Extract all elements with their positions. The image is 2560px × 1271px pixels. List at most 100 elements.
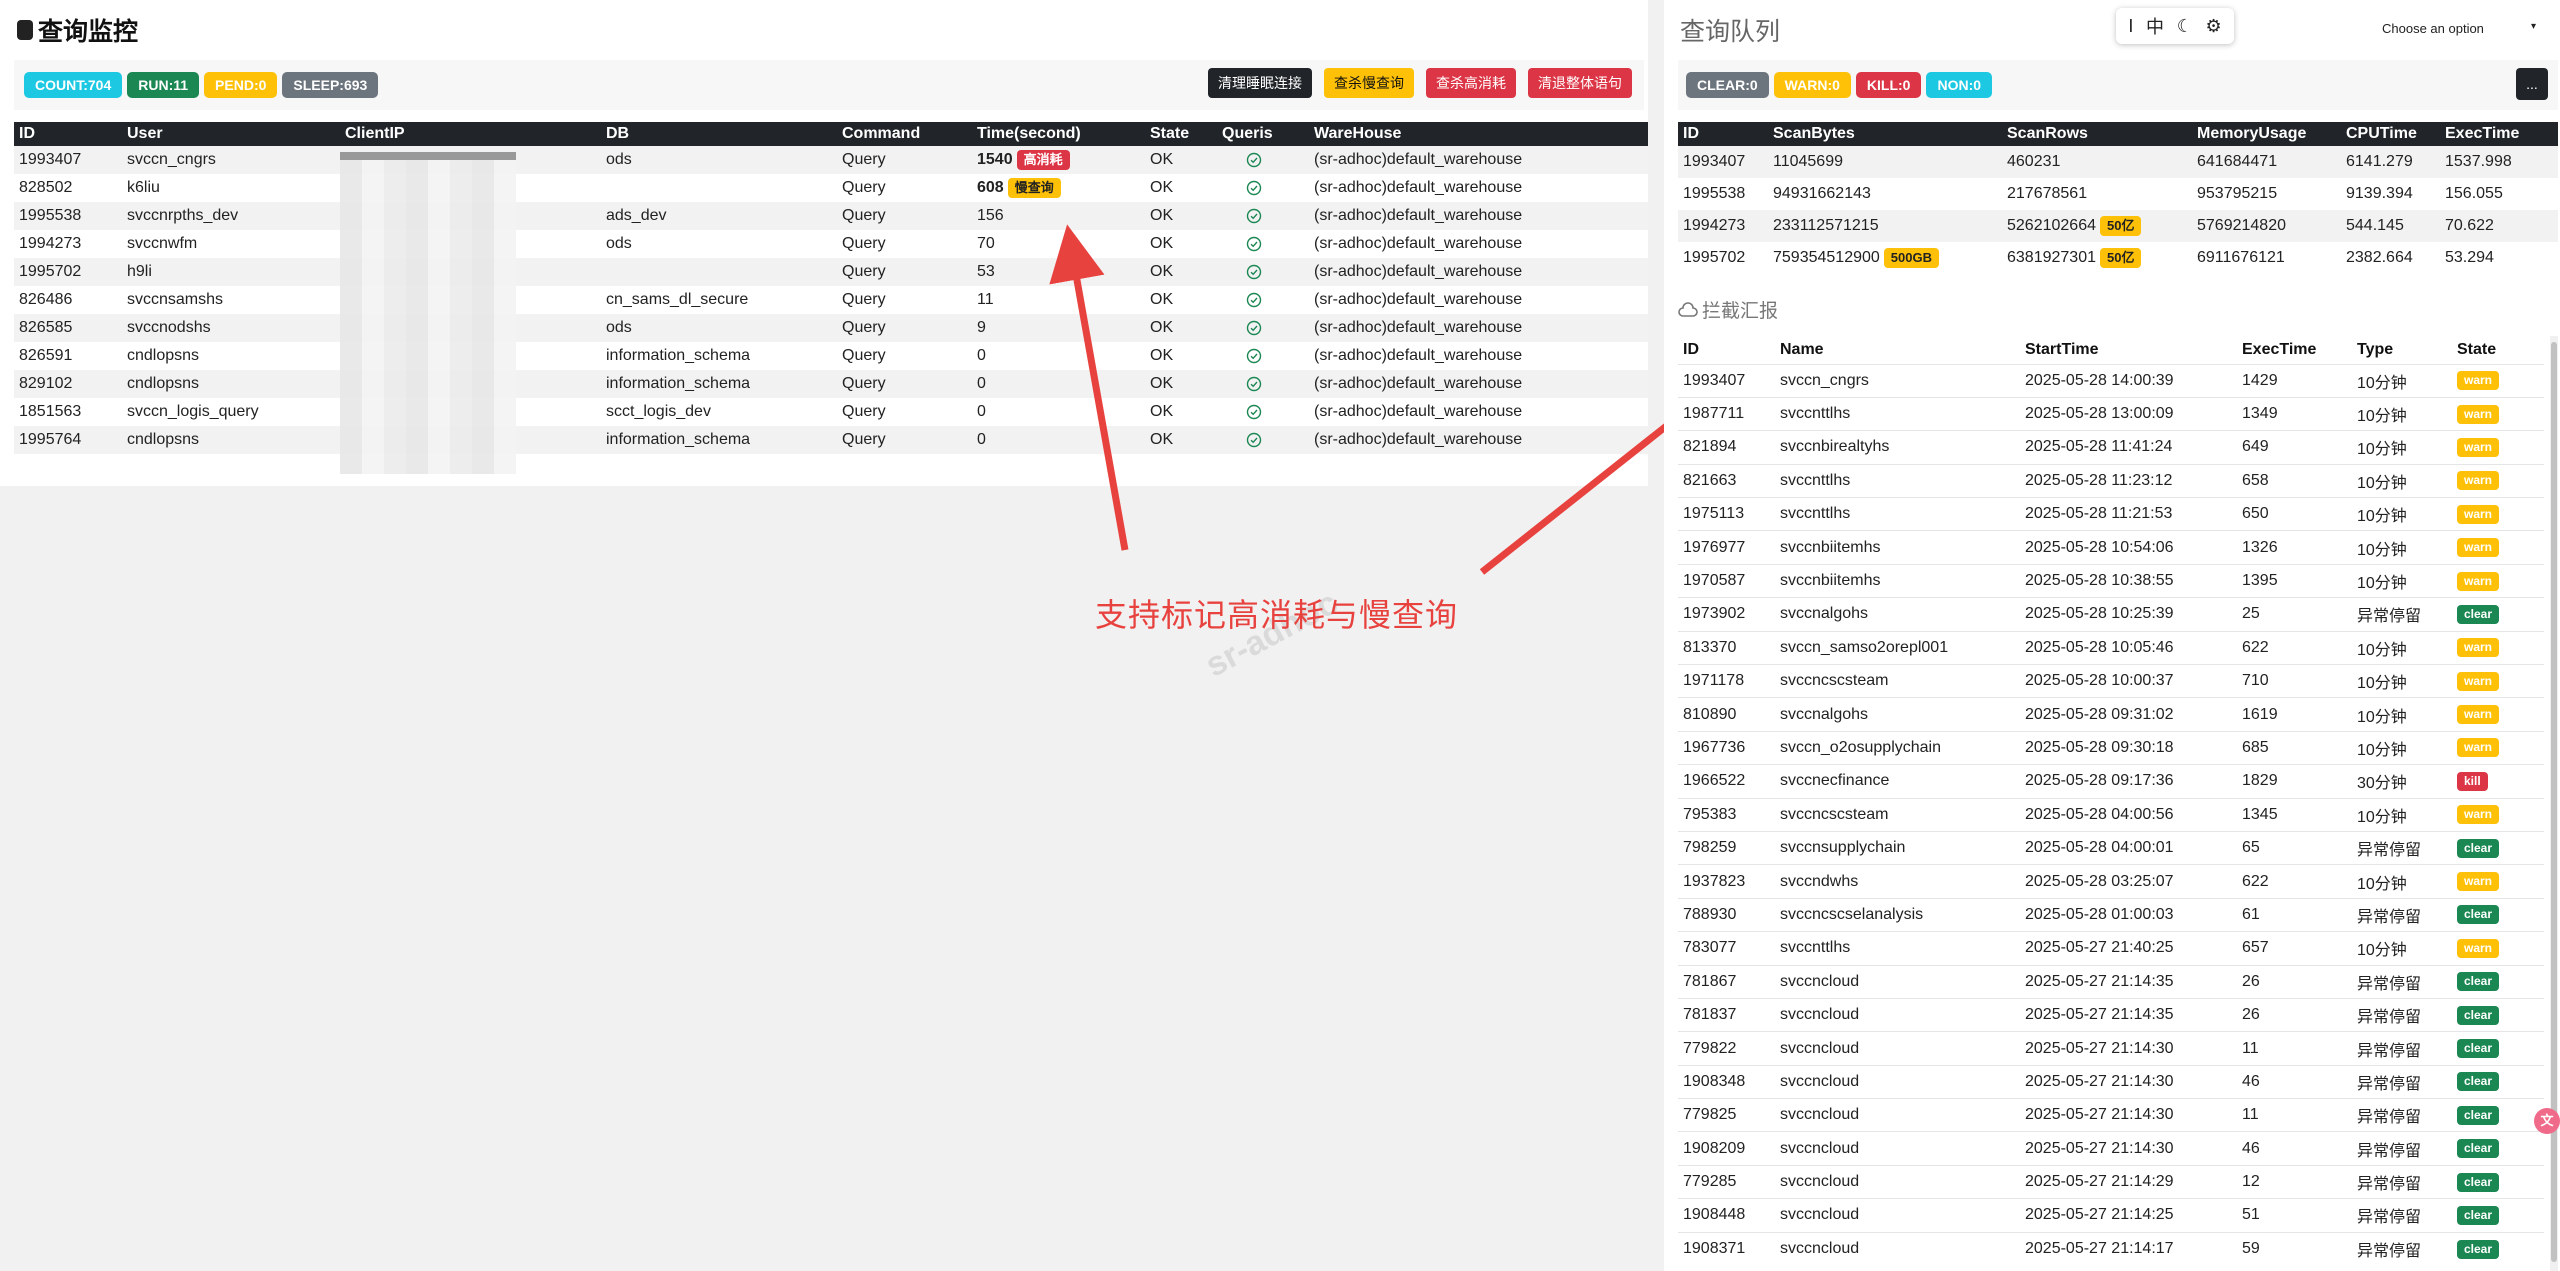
column-header[interactable]: ScanBytes bbox=[1768, 122, 2002, 146]
table-row[interactable]: 779822 svccncloud 2025-05-27 21:14:30 11 异常停… bbox=[1678, 1031, 2544, 1066]
table-row[interactable]: 1908209 svccncloud 2025-05-27 21:14:30 46 异常… bbox=[1678, 1131, 2544, 1166]
table-row[interactable]: 1970587 svccnbiitemhs 2025-05-28 10:38:55 1… bbox=[1678, 563, 2544, 598]
kill-high-cost-button[interactable]: 查杀高消耗 bbox=[1426, 68, 1516, 98]
check-circle-icon[interactable] bbox=[1246, 152, 1262, 168]
state-badge[interactable]: warn bbox=[2457, 504, 2500, 524]
check-circle-icon[interactable] bbox=[1246, 292, 1262, 308]
state-badge[interactable]: clear bbox=[2457, 838, 2500, 858]
table-row[interactable]: 1993407 svccn_cngrs 2025-05-28 14:00:39 142… bbox=[1678, 363, 2544, 398]
column-header[interactable]: ExecTime bbox=[2237, 336, 2352, 364]
table-row[interactable]: 813370 svccn_samso2orepl001 2025-05-28 10:… bbox=[1678, 630, 2544, 665]
column-header[interactable]: ID bbox=[1678, 336, 1775, 364]
check-circle-icon[interactable] bbox=[1246, 348, 1262, 364]
state-badge[interactable]: warn bbox=[2457, 805, 2500, 825]
column-header[interactable]: Name bbox=[1775, 336, 2020, 364]
check-circle-icon[interactable] bbox=[1246, 208, 1262, 224]
table-row[interactable]: 1908448 svccncloud 2025-05-27 21:14:25 51 异常… bbox=[1678, 1198, 2544, 1233]
table-row[interactable]: 1994273 svccnwfm ods Query 70 OK (sr-adhoc)def… bbox=[14, 230, 1648, 258]
text-cursor-icon[interactable]: I bbox=[2128, 16, 2133, 37]
table-row[interactable]: 1995702 759354512900 500GB 6381927301 50亿 691… bbox=[1678, 242, 2558, 274]
table-row[interactable]: 1973902 svccnalgohs 2025-05-28 10:25:39 25 异… bbox=[1678, 597, 2544, 632]
table-row[interactable]: 1851563 svccn_logis_query scct_logis_dev Qu… bbox=[14, 398, 1648, 426]
state-badge[interactable]: warn bbox=[2457, 538, 2500, 558]
kill-slow-query-button[interactable]: 查杀慢查询 bbox=[1324, 68, 1414, 98]
state-badge[interactable]: warn bbox=[2457, 738, 2500, 758]
state-badge[interactable]: clear bbox=[2457, 604, 2500, 624]
table-row[interactable]: 1966522 svccnecfinance 2025-05-28 09:17:36… bbox=[1678, 764, 2544, 799]
table-row[interactable]: 1995764 cndlopsns information_schema Query 0… bbox=[14, 426, 1648, 454]
column-header[interactable]: State bbox=[2452, 336, 2544, 364]
table-row[interactable]: 828502 k6liu Query 608 慢查询 OK (sr-adhoc)defaul… bbox=[14, 174, 1648, 202]
queue-badge[interactable]: WARN:0 bbox=[1773, 72, 1851, 98]
state-badge[interactable]: warn bbox=[2457, 571, 2500, 591]
table-row[interactable]: 1937823 svccndwhs 2025-05-28 03:25:07 622 10… bbox=[1678, 864, 2544, 899]
table-row[interactable]: 1995538 svccnrpths_dev ads_dev Query 156 OK (s… bbox=[14, 202, 1648, 230]
state-badge[interactable]: warn bbox=[2457, 471, 2500, 491]
column-header[interactable]: State bbox=[1145, 122, 1217, 146]
column-header[interactable]: ExecTime bbox=[2440, 122, 2558, 146]
check-circle-icon[interactable] bbox=[1246, 236, 1262, 252]
table-row[interactable]: 829102 cndlopsns information_schema Query 0 O… bbox=[14, 370, 1648, 398]
column-header[interactable]: ID bbox=[1678, 122, 1768, 146]
column-header[interactable]: ScanRows bbox=[2002, 122, 2192, 146]
state-badge[interactable]: warn bbox=[2457, 671, 2500, 691]
table-row[interactable]: 795383 svccncscsteam 2025-05-28 04:00:56 13… bbox=[1678, 797, 2544, 832]
state-badge[interactable]: warn bbox=[2457, 371, 2500, 391]
moon-icon[interactable]: ☾ bbox=[2177, 16, 2193, 37]
check-circle-icon[interactable] bbox=[1246, 320, 1262, 336]
state-badge[interactable]: warn bbox=[2457, 638, 2500, 658]
table-row[interactable]: 1971178 svccncscsteam 2025-05-28 10:00:37 7… bbox=[1678, 664, 2544, 698]
state-badge[interactable]: clear bbox=[2457, 1172, 2500, 1192]
table-row[interactable]: 781837 svccncloud 2025-05-27 21:14:35 26 异常停… bbox=[1678, 997, 2544, 1032]
gear-icon[interactable]: ⚙ bbox=[2206, 16, 2222, 37]
check-circle-icon[interactable] bbox=[1246, 180, 1262, 196]
status-badge[interactable]: COUNT:704 bbox=[24, 72, 123, 98]
column-header[interactable]: MemoryUsage bbox=[2192, 122, 2341, 146]
report-scroll-area[interactable]: ID Name StartTime ExecTime Type State 1993407… bbox=[1678, 336, 2558, 1271]
check-circle-icon[interactable] bbox=[1246, 404, 1262, 420]
table-row[interactable]: 821663 svccnttlhs 2025-05-28 11:23:12 658 10… bbox=[1678, 463, 2544, 498]
table-row[interactable]: 1976977 svccnbiitemhs 2025-05-28 10:54:06 1… bbox=[1678, 530, 2544, 565]
status-badge[interactable]: SLEEP:693 bbox=[282, 72, 379, 98]
table-row[interactable]: 1987711 svccnttlhs 2025-05-28 13:00:09 1349… bbox=[1678, 396, 2544, 431]
state-badge[interactable]: clear bbox=[2457, 1005, 2500, 1025]
state-badge[interactable]: warn bbox=[2457, 705, 2500, 725]
table-row[interactable]: 798259 svccnsupplychain 2025-05-28 04:00:0… bbox=[1678, 830, 2544, 865]
table-row[interactable]: 1995702 h9li Query 53 OK (sr-adhoc)default_wa… bbox=[14, 258, 1648, 286]
queue-badge[interactable]: NON:0 bbox=[1926, 72, 1993, 98]
table-row[interactable]: 826486 svccnsamshs cn_sams_dl_secure Query 1… bbox=[14, 286, 1648, 314]
status-badge[interactable]: RUN:11 bbox=[127, 72, 200, 98]
status-badge[interactable]: PEND:0 bbox=[204, 72, 278, 98]
table-row[interactable]: 1993407 11045699 460231 641684471 6141.279 15… bbox=[1678, 146, 2558, 178]
state-badge[interactable]: warn bbox=[2457, 404, 2500, 424]
check-circle-icon[interactable] bbox=[1246, 432, 1262, 448]
clear-all-statements-button[interactable]: 清退整体语句 bbox=[1528, 68, 1632, 98]
column-header[interactable]: DB bbox=[601, 122, 837, 146]
state-badge[interactable]: warn bbox=[2457, 437, 2500, 457]
column-header[interactable]: StartTime bbox=[2020, 336, 2237, 364]
column-header[interactable]: Time(second) bbox=[972, 122, 1145, 146]
table-row[interactable]: 779825 svccncloud 2025-05-27 21:14:30 11 异常停… bbox=[1678, 1098, 2544, 1132]
table-row[interactable]: 1994273 233112571215 5262102664 50亿 57692148… bbox=[1678, 210, 2558, 242]
table-row[interactable]: 783077 svccnttlhs 2025-05-27 21:40:25 657 10… bbox=[1678, 931, 2544, 966]
column-header[interactable]: CPUTime bbox=[2341, 122, 2440, 146]
option-select[interactable]: Choose an option ▾ bbox=[2374, 14, 2544, 44]
column-header[interactable]: ClientIP bbox=[340, 122, 601, 146]
state-badge[interactable]: clear bbox=[2457, 905, 2500, 925]
column-header[interactable]: User bbox=[122, 122, 340, 146]
queue-badge[interactable]: KILL:0 bbox=[1855, 72, 1922, 98]
table-row[interactable]: 1967736 svccn_o2osupplychain 2025-05-28 09… bbox=[1678, 730, 2544, 765]
clean-sleep-button[interactable]: 清理睡眠连接 bbox=[1208, 68, 1312, 98]
check-circle-icon[interactable] bbox=[1246, 264, 1262, 280]
table-row[interactable]: 779285 svccncloud 2025-05-27 21:14:29 12 异常停… bbox=[1678, 1164, 2544, 1199]
table-row[interactable]: 826591 cndlopsns information_schema Query 0 O… bbox=[14, 342, 1648, 370]
table-row[interactable]: 1908348 svccncloud 2025-05-27 21:14:30 46 异常… bbox=[1678, 1064, 2544, 1099]
column-header[interactable]: WareHouse bbox=[1309, 122, 1648, 146]
state-badge[interactable]: clear bbox=[2457, 1139, 2500, 1159]
column-header[interactable]: Queris bbox=[1217, 122, 1309, 146]
column-header[interactable]: ID bbox=[14, 122, 122, 146]
table-row[interactable]: 781867 svccncloud 2025-05-27 21:14:35 26 异常停… bbox=[1678, 964, 2544, 999]
column-header[interactable]: Command bbox=[837, 122, 972, 146]
state-badge[interactable]: kill bbox=[2457, 771, 2488, 791]
translate-icon[interactable]: 文 bbox=[2534, 1108, 2560, 1134]
